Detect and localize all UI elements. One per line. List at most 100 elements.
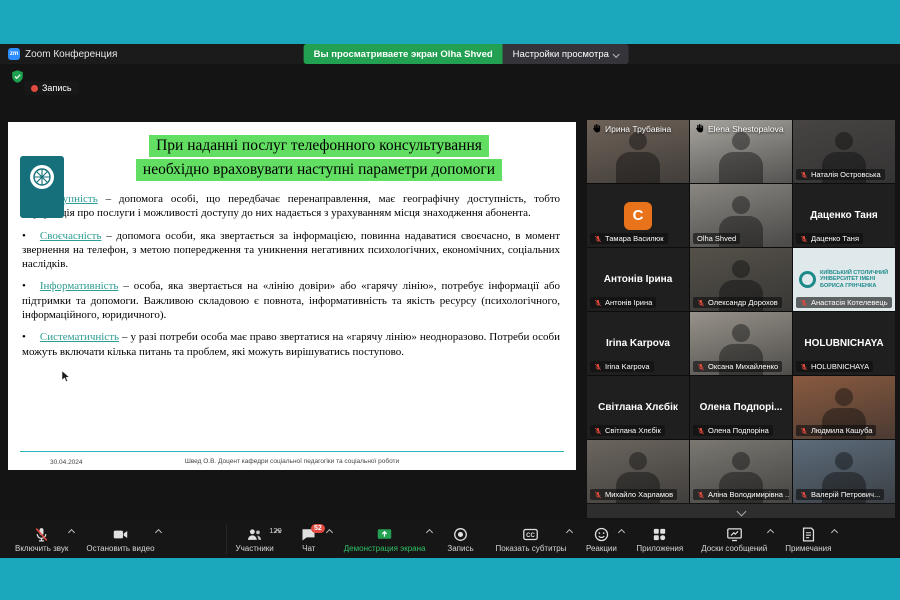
toolbar-button-participants[interactable]: 129Участники xyxy=(226,524,283,554)
participant-tile[interactable]: CТамара Василюк xyxy=(587,184,689,247)
participant-tile[interactable]: Оксана Михайленко xyxy=(690,312,792,375)
slide-footer-date: 30.04.2024 xyxy=(50,459,83,466)
muted-mic-icon xyxy=(594,299,602,307)
slide-bullet-list: •Доступність – допомога особі, що передб… xyxy=(8,186,576,359)
toolbar-button-reactions[interactable]: Реакции xyxy=(575,524,627,554)
toolbar-button-record[interactable]: Запись xyxy=(435,524,487,554)
participant-tile[interactable]: Київський столичний університет імені Бо… xyxy=(793,248,895,311)
bullet-dot: • xyxy=(22,230,26,242)
security-shield-icon[interactable] xyxy=(10,69,25,84)
toolbar-button-chat[interactable]: 52 Чат xyxy=(283,524,335,554)
chat-badge: 52 xyxy=(311,524,325,533)
toolbar-button-label: Остановить видео xyxy=(86,544,154,553)
person-silhouette-head xyxy=(835,132,853,150)
participant-name-label: Анастасія Котелевець xyxy=(796,297,892,308)
participant-tile[interactable]: Даценко ТаняДаценко Таня xyxy=(793,184,895,247)
meeting-content-area: Запись При наданні послуг телефонного ко… xyxy=(0,64,900,520)
mute-icon xyxy=(33,526,50,543)
chevron-up-icon[interactable] xyxy=(831,529,838,536)
zoom-app-icon: zm xyxy=(8,48,20,60)
slide-title-line1: При наданні послуг телефонного консульту… xyxy=(149,135,489,157)
toolbar-button-notes[interactable]: Примечания xyxy=(776,524,840,554)
participants-scroll-down-button[interactable] xyxy=(587,504,895,518)
view-settings-button[interactable]: Настройки просмотра xyxy=(503,44,629,64)
muted-mic-icon xyxy=(697,299,705,307)
participant-tile[interactable]: Ирина Трубавіна xyxy=(587,120,689,183)
participant-tile[interactable]: Михайло Харламов xyxy=(587,440,689,503)
participant-tile[interactable]: Олена Подпорі...Олена Подпоріна xyxy=(690,376,792,439)
toolbar-button-label: Реакции xyxy=(586,544,617,553)
whiteboard-icon xyxy=(726,526,743,543)
participant-name-label: Наталія Островська xyxy=(796,169,885,180)
participant-tile[interactable]: Аліна Володимирівна ... xyxy=(690,440,792,503)
participant-tile[interactable]: HOLUBNICHAYAHOLUBNICHAYA xyxy=(793,312,895,375)
raised-hand-icon xyxy=(591,123,602,134)
meeting-toolbar: Включить звук Остановить видео 129Участник… xyxy=(0,520,900,558)
university-emblem-icon xyxy=(799,271,816,288)
window-title: Zoom Конференция xyxy=(25,49,117,60)
toolbar-button-share[interactable]: Демонстрация экрана xyxy=(335,524,435,554)
recording-indicator[interactable]: Запись xyxy=(24,81,79,95)
participant-tile[interactable]: Валерій Петрович... xyxy=(793,440,895,503)
toolbar-button-whiteboard[interactable]: Доски сообщений xyxy=(692,524,776,554)
participant-name-label: Світлана Хлєбік xyxy=(590,425,665,436)
participant-name-label: Валерій Петрович... xyxy=(796,489,884,500)
raised-hand-badge: Ирина Трубавіна xyxy=(591,123,671,134)
participant-name-label xyxy=(593,124,600,132)
participant-tile[interactable]: Elena Shestopalova xyxy=(690,120,792,183)
participant-tile[interactable]: Світлана ХлєбікСвітлана Хлєбік xyxy=(587,376,689,439)
slide-bullet: •Своєчасність – допомога особи, яка звер… xyxy=(22,229,560,272)
share-icon xyxy=(376,526,393,543)
slide-bullet: •Систематичність – у разі потреби особа … xyxy=(22,330,560,359)
muted-mic-icon xyxy=(697,491,705,499)
participant-tile[interactable]: Irina KarpovaIrina Karpova xyxy=(587,312,689,375)
toolbar-button-label: Примечания xyxy=(785,544,831,553)
participant-name-label: Олена Подпоріна xyxy=(693,425,773,436)
participant-name-label xyxy=(696,124,703,132)
chevron-up-icon[interactable] xyxy=(68,529,75,536)
muted-mic-icon xyxy=(800,363,808,371)
toolbar-button-label: Демонстрация экрана xyxy=(344,544,426,553)
slide-footer: 30.04.2024 Швед О.В. Доцент кафедри соці… xyxy=(8,451,576,465)
toolbar-button-mute[interactable]: Включить звук xyxy=(6,524,77,554)
bullet-text: – допомога особи, яка звертається за інф… xyxy=(22,230,560,271)
person-silhouette-head xyxy=(629,452,647,470)
muted-mic-icon xyxy=(800,491,808,499)
participant-tile[interactable]: Людмила Кашуба xyxy=(793,376,895,439)
chevron-up-icon[interactable] xyxy=(425,529,432,536)
viewing-screen-badge: Вы просматриваете экран Olha Shved xyxy=(304,44,503,64)
toolbar-button-label: Участники xyxy=(236,544,274,553)
muted-mic-icon xyxy=(594,235,602,243)
chevron-up-icon[interactable] xyxy=(618,529,625,536)
participant-tile[interactable]: Olha Shved xyxy=(690,184,792,247)
recording-dot-icon xyxy=(31,85,38,92)
muted-mic-icon xyxy=(594,491,602,499)
person-silhouette-head xyxy=(732,260,750,278)
apps-icon xyxy=(651,526,668,543)
toolbar-button-label: Приложения xyxy=(636,544,683,553)
participant-tile[interactable]: Олександр Дорохов xyxy=(690,248,792,311)
shared-screen-slide: При наданні послуг телефонного консульту… xyxy=(8,122,576,470)
footer-divider xyxy=(20,451,564,452)
person-silhouette-head xyxy=(629,132,647,150)
reactions-icon xyxy=(593,526,610,543)
toolbar-button-video[interactable]: Остановить видео xyxy=(77,524,163,554)
toolbar-button-label: Запись xyxy=(447,544,473,553)
participant-tile[interactable]: Антонів ІринаАнтонів Ірина xyxy=(587,248,689,311)
slide-title-line2: необхідно враховувати наступні параметри… xyxy=(136,159,502,181)
toolbar-button-label: Чат xyxy=(302,544,315,553)
notes-icon xyxy=(800,526,817,543)
chevron-down-icon xyxy=(736,506,746,516)
participant-tile[interactable]: Наталія Островська xyxy=(793,120,895,183)
toolbar-button-apps[interactable]: Приложения xyxy=(627,524,692,554)
toolbar-button-captions[interactable]: CCПоказать субтитры xyxy=(487,524,576,554)
person-silhouette-head xyxy=(835,452,853,470)
view-settings-label: Настройки просмотра xyxy=(513,49,609,60)
chevron-up-icon[interactable] xyxy=(326,529,333,536)
chevron-up-icon[interactable] xyxy=(154,529,161,536)
chevron-up-icon[interactable] xyxy=(566,529,573,536)
muted-mic-icon xyxy=(697,427,705,435)
person-silhouette-head xyxy=(732,132,750,150)
chevron-up-icon[interactable] xyxy=(767,529,774,536)
university-emblem-icon xyxy=(28,163,56,191)
